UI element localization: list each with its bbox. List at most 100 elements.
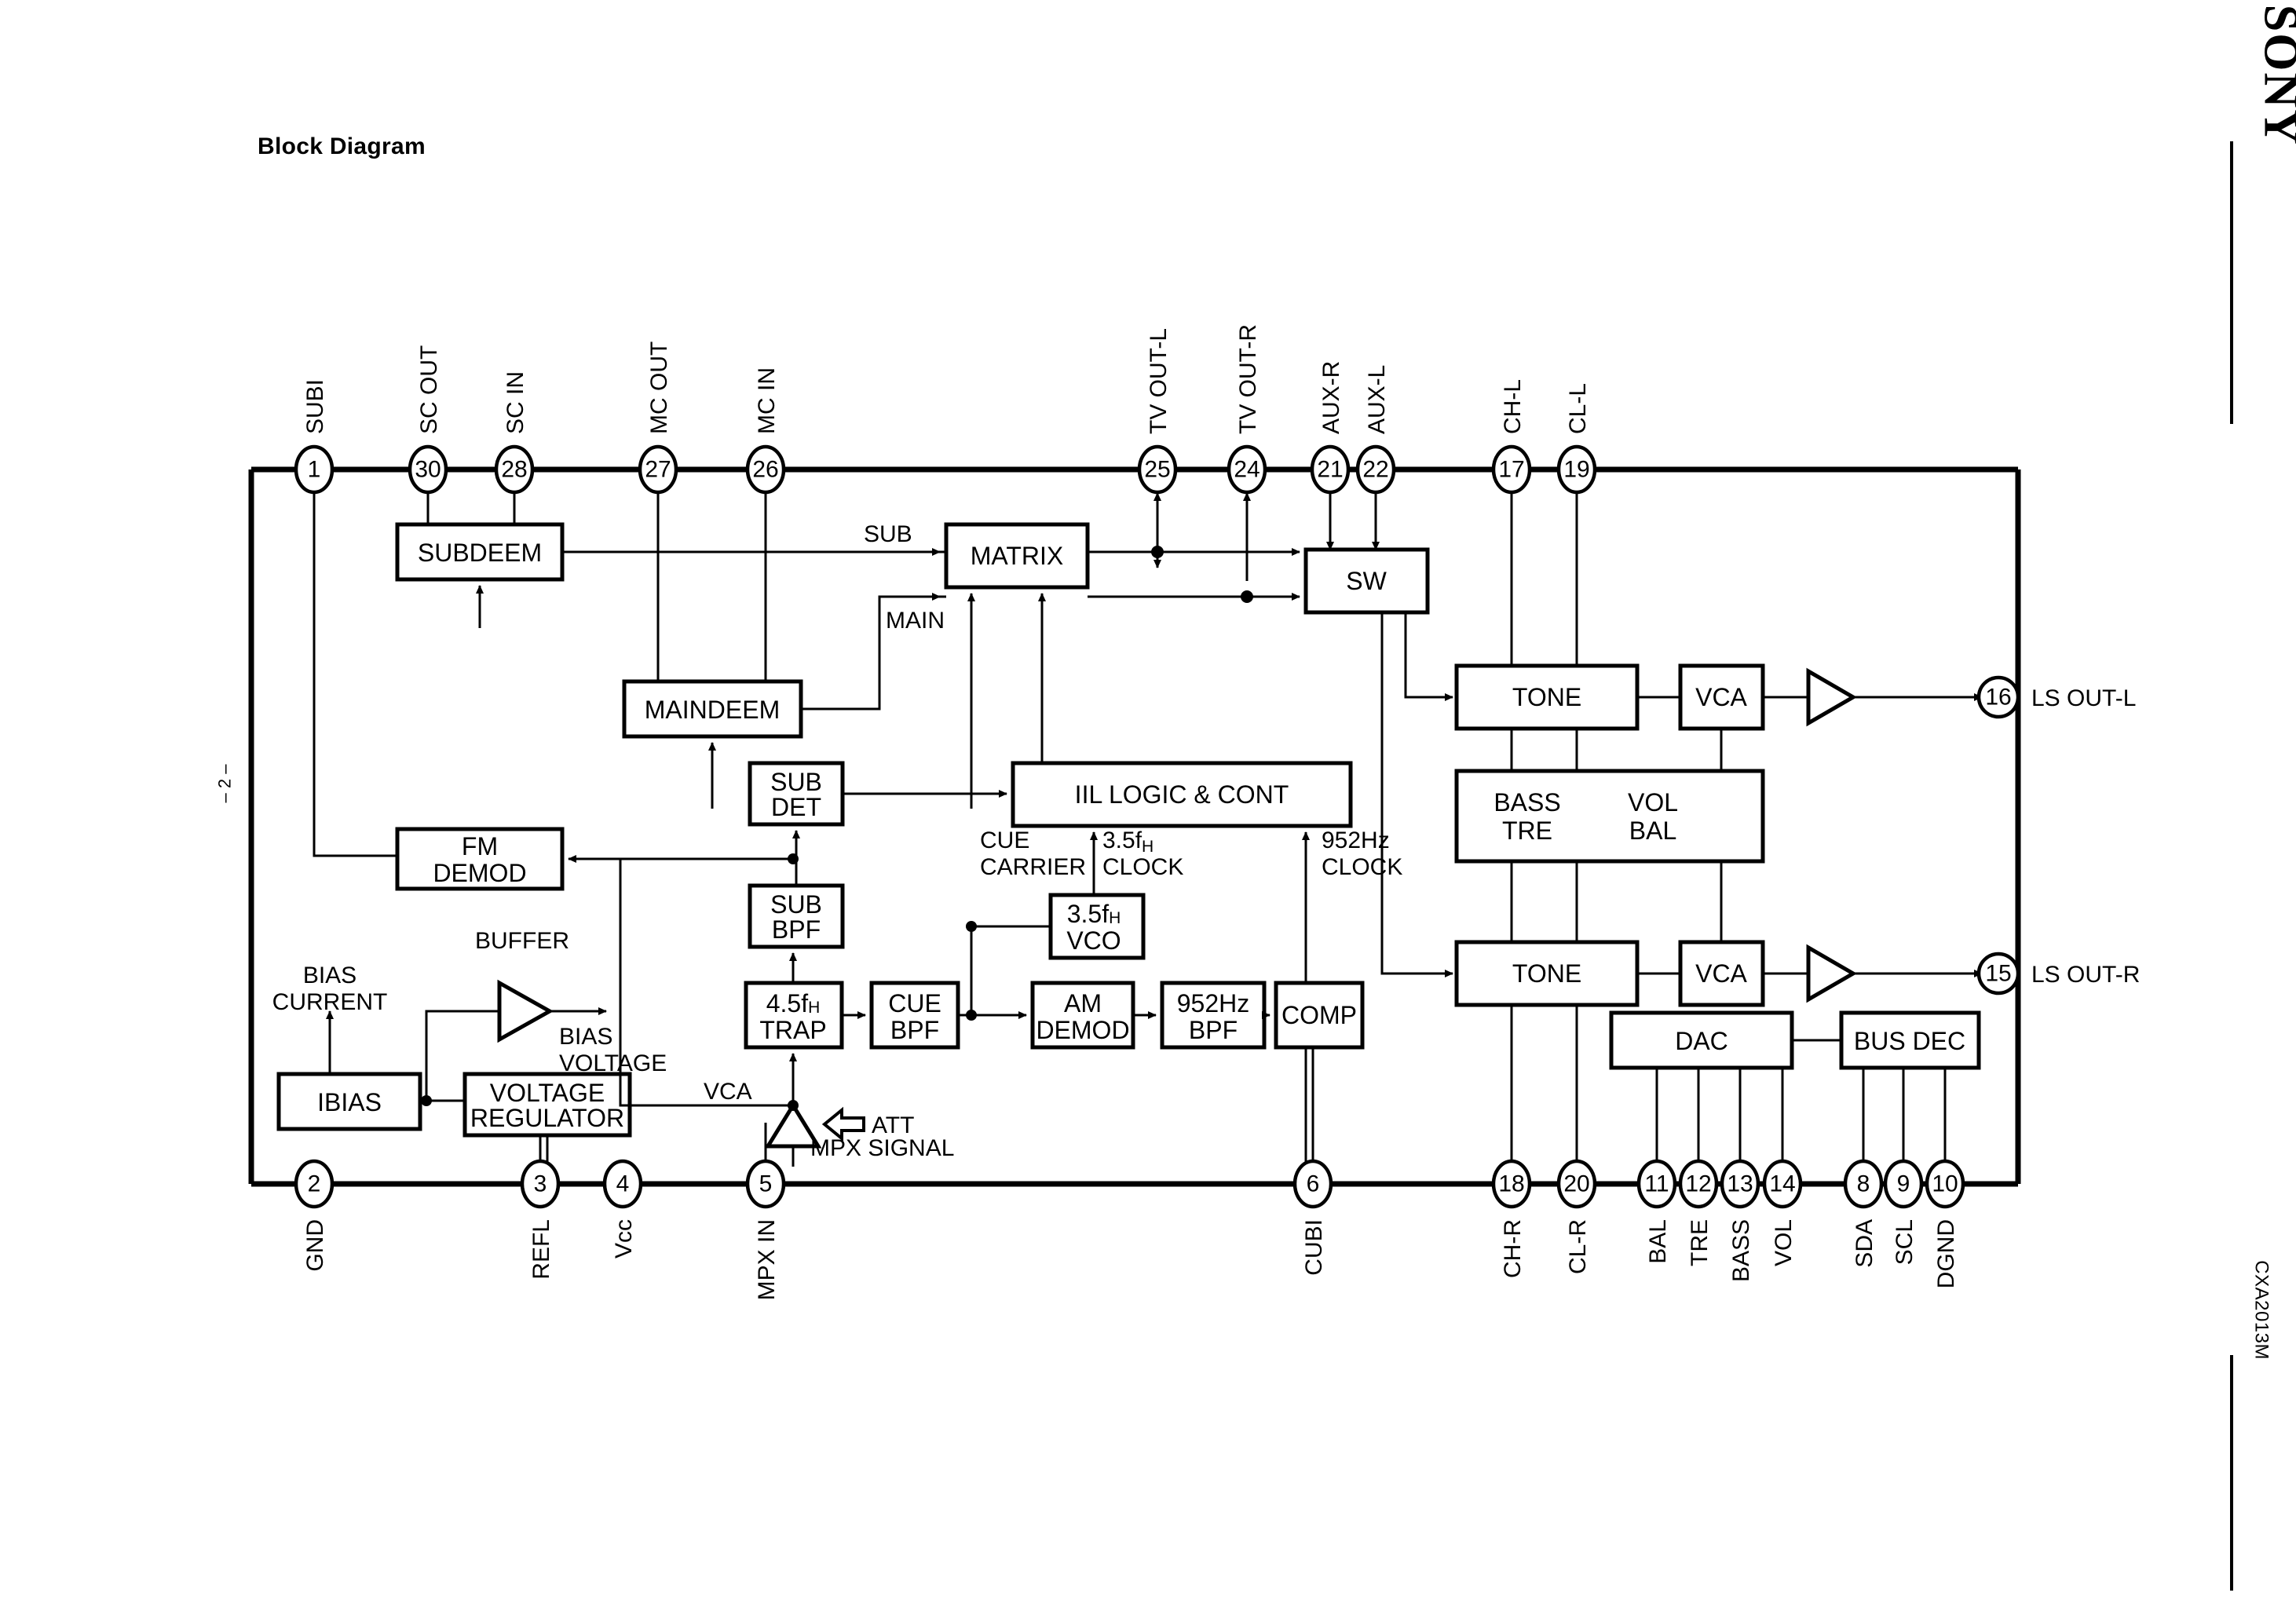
pin-number: 13: [1727, 1171, 1753, 1197]
block-bus-dec: BUS DEC: [1839, 1010, 1981, 1070]
signal-label-vca: VCA: [704, 1079, 752, 1105]
pin-number: 22: [1362, 457, 1388, 483]
pin-number: 27: [645, 457, 671, 483]
block-sub-bpf-label-2: BPF: [772, 915, 821, 944]
block-cue-bpf: CUE BPF: [869, 981, 960, 1050]
block-trap: 4.5fH TRAP: [744, 981, 844, 1050]
signal-label-clock35-1: 3.5fH: [1102, 827, 1153, 856]
datasheet-page: Block Diagram SONY CXA2013M – 2 – SUBDEE…: [0, 0, 2296, 1622]
pin-label: TV OUT-R: [1235, 324, 1261, 434]
pin-20[interactable]: 20 CL-R: [1556, 1159, 1597, 1274]
block-am-demod-label-1: AM: [1064, 989, 1102, 1017]
pin-number: 16: [1985, 685, 2011, 711]
pin-number: 26: [752, 457, 778, 483]
att-arrow-icon: [821, 1106, 865, 1142]
pin-3[interactable]: 3 REFL: [520, 1159, 561, 1280]
pin-number: 21: [1317, 457, 1343, 483]
block-sw-label: SW: [1346, 567, 1387, 595]
pin-14[interactable]: 14 VOL: [1762, 1159, 1803, 1266]
block-sub-bpf: SUB BPF: [748, 883, 845, 949]
pin-label: REFL: [528, 1219, 554, 1280]
block-cue-bpf-label-2: BPF: [890, 1016, 939, 1044]
pin-1[interactable]: 1 SUBI: [294, 379, 335, 495]
block-ibias-label: IBIAS: [317, 1088, 382, 1116]
pin-30[interactable]: 30 SC OUT: [408, 345, 448, 495]
pin-label: CUBI: [1301, 1219, 1327, 1276]
block-vco-label-2: VCO: [1066, 926, 1121, 955]
pin-number: 10: [1932, 1171, 1958, 1197]
pin-label: SCL: [1892, 1219, 1918, 1265]
pin-21[interactable]: 21 AUX-R: [1310, 361, 1351, 495]
pin-label: Vcc: [611, 1219, 637, 1259]
pin-label: LS OUT-R: [2031, 962, 2140, 988]
pin-number: 14: [1769, 1171, 1795, 1197]
pin-number: 20: [1563, 1171, 1589, 1197]
pin-4[interactable]: 4 Vcc: [602, 1159, 643, 1259]
block-vca-right-label: VCA: [1695, 959, 1747, 988]
block-bass-label: BASS: [1493, 788, 1560, 816]
signal-label-sub: SUB: [864, 521, 912, 547]
pin-24[interactable]: 24 TV OUT-R: [1227, 324, 1267, 495]
pin-26[interactable]: 26 MC IN: [745, 367, 786, 495]
block-fm-demod-label-2: DEMOD: [433, 859, 526, 887]
pin-number: 24: [1234, 457, 1260, 483]
pin-11[interactable]: 11 BAL: [1636, 1159, 1677, 1264]
pin-label: MPX IN: [754, 1219, 780, 1300]
block-952-bpf-label-1: 952Hz: [1177, 989, 1250, 1017]
pin-8[interactable]: 8 SDA: [1843, 1159, 1884, 1268]
block-bass-vol: BASS TRE VOL BAL: [1454, 769, 1765, 864]
pin-label: TV OUT-L: [1146, 328, 1172, 434]
pin-label: MC IN: [754, 367, 780, 434]
pin-13[interactable]: 13 BASS: [1720, 1159, 1760, 1282]
pin-25[interactable]: 25 TV OUT-L: [1137, 328, 1178, 495]
pin-label: MC OUT: [646, 342, 672, 434]
pin-15[interactable]: 15 LS OUT-R: [1976, 952, 2140, 995]
block-maindeem-label: MAINDEEM: [645, 696, 780, 724]
signal-label-cue-carrier-2: CARRIER: [980, 854, 1086, 880]
pin-28[interactable]: 28 SC IN: [494, 371, 535, 495]
pin-number: 19: [1563, 457, 1589, 483]
block-subdeem-label: SUBDEEM: [418, 539, 542, 567]
pin-9[interactable]: 9 SCL: [1883, 1159, 1924, 1265]
pin-2[interactable]: 2 GND: [294, 1159, 335, 1272]
pin-label: SC OUT: [416, 345, 442, 434]
pin-19[interactable]: 19 CL-L: [1556, 383, 1597, 495]
pin-18[interactable]: 18 CH-R: [1491, 1159, 1532, 1278]
block-voltage-regulator: VOLTAGE REGULATOR: [462, 1072, 632, 1138]
block-sw: SW: [1303, 547, 1430, 615]
pin-6[interactable]: 6 CUBI: [1292, 1159, 1333, 1276]
output-amp-left: [1763, 667, 1983, 727]
block-am-demod-label-2: DEMOD: [1036, 1016, 1129, 1044]
pin-5[interactable]: 5 MPX IN: [745, 1159, 786, 1300]
pin-12[interactable]: 12 TRE: [1678, 1159, 1719, 1266]
junction-tvout-r: [1241, 590, 1253, 603]
pin-number: 5: [759, 1171, 773, 1197]
output-amp-right: [1763, 944, 1983, 1003]
block-iil-logic: IIL LOGIC & CONT: [1011, 761, 1353, 828]
pin-label: VOL: [1771, 1219, 1797, 1266]
pin-17[interactable]: 17 CH-L: [1491, 379, 1532, 495]
pin-27[interactable]: 27 MC OUT: [638, 342, 678, 495]
pin-22[interactable]: 22 AUX-L: [1355, 365, 1396, 495]
tv-out-arrows: [1153, 492, 1251, 581]
pin-16[interactable]: 16 LS OUT-L: [1976, 675, 2136, 719]
pin-number: 15: [1985, 961, 2011, 987]
block-vco: 3.5fH VCO: [1048, 893, 1146, 960]
block-matrix: MATRIX: [944, 522, 1090, 590]
block-dac-label: DAC: [1675, 1027, 1728, 1055]
signal-label-bias-voltage-2: VOLTAGE: [559, 1050, 667, 1076]
pin-label: CL-L: [1565, 383, 1591, 434]
block-am-demod: AM DEMOD: [1030, 981, 1135, 1050]
pin-label: AUX-R: [1318, 361, 1344, 434]
block-sub-det-label-1: SUB: [770, 768, 822, 796]
block-bus-dec-label: BUS DEC: [1854, 1027, 1965, 1055]
block-comp: COMP: [1274, 981, 1365, 1050]
pin-10[interactable]: 10 DGND: [1925, 1159, 1965, 1288]
block-maindeem: MAINDEEM: [622, 679, 803, 739]
block-952-bpf-label-2: BPF: [1189, 1016, 1238, 1044]
pin-label: SDA: [1852, 1219, 1877, 1268]
pin-number: 11: [1644, 1171, 1669, 1197]
block-952-bpf: 952Hz BPF: [1160, 981, 1267, 1050]
block-dac: DAC: [1609, 1010, 1794, 1070]
block-diagram-svg: SUBDEEM MAINDEEM FM DEMOD MATRIX SUB MAI…: [248, 324, 2140, 1300]
